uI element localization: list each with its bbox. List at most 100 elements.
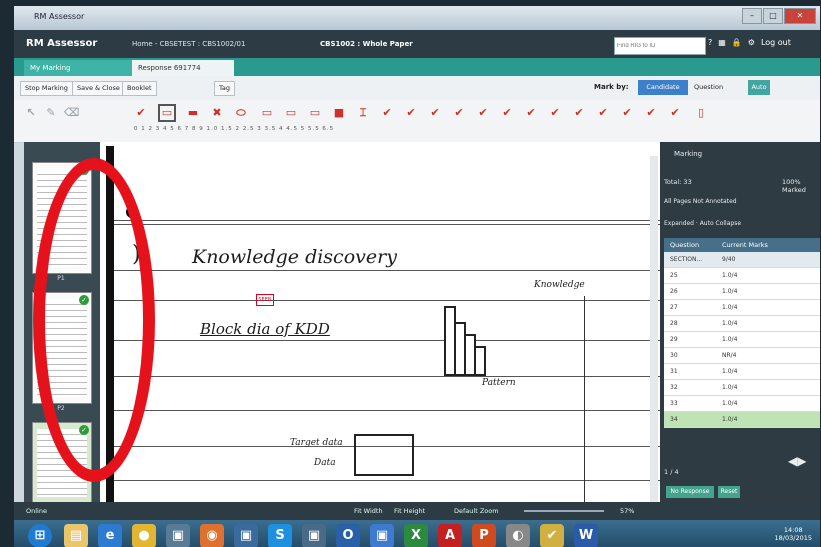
pointer-icon[interactable]: ↖ — [24, 106, 38, 120]
ellipse-icon[interactable]: ⬭ — [234, 106, 248, 120]
mark-values: 0 1 2 3 4 5 6 7 8 9 1.0 1.5 2 2.5 3 3.5 … — [134, 126, 335, 132]
comment-icon[interactable]: ✎ — [44, 106, 58, 120]
app-icon[interactable]: ▣ — [166, 524, 190, 547]
breadcrumb[interactable]: Home - CBSETEST : CBS1002/01 — [132, 40, 245, 48]
mark-by-label: Mark by: — [594, 83, 629, 91]
tick-11-icon[interactable]: ✔ — [644, 106, 658, 120]
screen: RM Assessor – □ ✕ RM Assessor Home - CBS… — [14, 6, 820, 547]
app-icon[interactable]: ▣ — [302, 524, 326, 547]
table-row[interactable]: 31 1.0/4 — [664, 364, 820, 380]
cross-icon[interactable]: ✖ — [210, 106, 224, 120]
chrome-icon[interactable]: ● — [132, 524, 156, 547]
firefox-icon[interactable]: ◉ — [200, 524, 224, 547]
table-row[interactable]: 29 1.0/4 — [664, 332, 820, 348]
app-icon[interactable]: ✔ — [540, 524, 564, 547]
ie-icon[interactable]: e — [98, 524, 122, 547]
lock-icon[interactable]: 🔒 — [732, 38, 742, 47]
app-icon[interactable]: ▣ — [234, 524, 258, 547]
tick-5-icon[interactable]: ✔ — [500, 106, 514, 120]
word-icon[interactable]: W — [574, 524, 598, 547]
handwriting-heading: Knowledge discovery — [192, 246, 397, 268]
table-row[interactable]: 32 1.0/4 — [664, 380, 820, 396]
tick-3-icon[interactable]: ✔ — [452, 106, 466, 120]
tab-strip: My Marking Response 691774 — [14, 58, 820, 76]
minimize-button[interactable]: – — [742, 8, 762, 24]
marked-percent: 100% Marked — [782, 178, 806, 194]
tick-12-icon[interactable]: ✔ — [668, 106, 682, 120]
page-rule — [114, 480, 660, 481]
help-icon[interactable]: ? — [708, 38, 712, 47]
bracket-icon[interactable]: ⌶ — [356, 106, 370, 120]
powerpoint-icon[interactable]: P — [472, 524, 496, 547]
table-row[interactable]: 33 1.0/4 — [664, 396, 820, 412]
excel-icon[interactable]: X — [404, 524, 428, 547]
handwriting-data: Data — [314, 458, 336, 468]
stop-marking-button[interactable]: Stop Marking — [20, 81, 73, 96]
tick-7-icon[interactable]: ✔ — [548, 106, 562, 120]
table-row[interactable]: 26 1.0/4 — [664, 284, 820, 300]
tag-button[interactable]: Tag — [214, 81, 236, 96]
table-row[interactable]: 25 1.0/4 — [664, 268, 820, 284]
tick-0-icon[interactable]: ✔ — [380, 106, 394, 120]
tick-4-icon[interactable]: ✔ — [476, 106, 490, 120]
tick-9-icon[interactable]: ✔ — [596, 106, 610, 120]
bar-icon[interactable]: ▯ — [694, 106, 708, 120]
auto-collapse-toggle[interactable]: Auto Collapse — [700, 220, 741, 227]
tick-1-icon[interactable]: ✔ — [404, 106, 418, 120]
search-input[interactable] — [614, 37, 706, 55]
tab-response[interactable]: Response 691774 — [132, 60, 234, 76]
tab-my-marking[interactable]: My Marking — [24, 60, 134, 76]
page-rule — [114, 376, 660, 377]
prev-next-icons[interactable]: ◀▶ — [788, 454, 806, 468]
close-button[interactable]: ✕ — [784, 8, 816, 24]
table-row[interactable]: 28 1.0/4 — [664, 316, 820, 332]
header-icons: ? ▦ 🔒 ⚙ Log out — [708, 38, 791, 47]
dash-icon[interactable]: ▭ — [284, 106, 298, 120]
document-scrollbar[interactable] — [650, 156, 658, 502]
table-row[interactable]: 27 1.0/4 — [664, 300, 820, 316]
tick-6-icon[interactable]: ✔ — [524, 106, 538, 120]
rect-icon[interactable]: ▭ — [260, 106, 274, 120]
drawn-box — [354, 434, 414, 476]
expanded-toggle[interactable]: Expanded · Auto Collapse — [664, 220, 741, 227]
seen-stamp: SEEN — [256, 294, 274, 306]
line-icon[interactable]: ▬ — [186, 106, 200, 120]
no-response-button[interactable]: No Response — [666, 486, 714, 498]
page-rule — [114, 410, 660, 411]
col-marks: Current Marks — [722, 241, 768, 249]
candidate-button[interactable]: Candidate — [638, 80, 688, 95]
acrobat-icon[interactable]: A — [438, 524, 462, 547]
table-row-selected[interactable]: 34 1.0/4 — [664, 412, 820, 428]
tick-icon[interactable]: ✔ — [134, 106, 148, 120]
fit-width-button[interactable]: Fit Width — [354, 507, 383, 515]
tick-10-icon[interactable]: ✔ — [620, 106, 634, 120]
table-row[interactable]: 30 NR/4 — [664, 348, 820, 364]
skype-icon[interactable]: S — [268, 524, 292, 547]
tick-8-icon[interactable]: ✔ — [572, 106, 586, 120]
gear-icon[interactable]: ⚙ — [748, 38, 755, 47]
table-row[interactable]: SECTION... 9/40 — [664, 252, 820, 268]
total-marks: Total: 33 — [664, 178, 692, 186]
app-icon[interactable]: ◐ — [506, 524, 530, 547]
block-icon[interactable]: ■ — [332, 106, 346, 120]
box-icon[interactable]: ▭ — [158, 104, 176, 122]
highlight-icon[interactable]: ⌫ — [64, 106, 80, 120]
start-icon[interactable]: ⊞ — [28, 524, 52, 547]
outlook-icon[interactable]: O — [336, 524, 360, 547]
zoom-select[interactable]: Default Zoom — [454, 507, 499, 515]
save-close-button[interactable]: Save & Close — [72, 81, 125, 96]
logout-link[interactable]: Log out — [761, 38, 791, 47]
zoom-slider[interactable] — [524, 510, 604, 512]
question-button[interactable]: Question — [694, 83, 723, 91]
fit-height-button[interactable]: Fit Height — [394, 507, 425, 515]
strike-icon[interactable]: ▭ — [308, 106, 322, 120]
maximize-button[interactable]: □ — [763, 8, 783, 24]
tick-2-icon[interactable]: ✔ — [428, 106, 442, 120]
folder-icon[interactable]: ▤ — [64, 524, 88, 547]
booklet-button[interactable]: Booklet — [122, 81, 157, 96]
reset-button[interactable]: Reset — [718, 486, 740, 498]
clock: 14:08 18/03/2015 — [774, 526, 812, 542]
auto-button[interactable]: Auto — [748, 80, 770, 95]
grid-icon[interactable]: ▦ — [718, 38, 726, 47]
app-icon[interactable]: ▣ — [370, 524, 394, 547]
